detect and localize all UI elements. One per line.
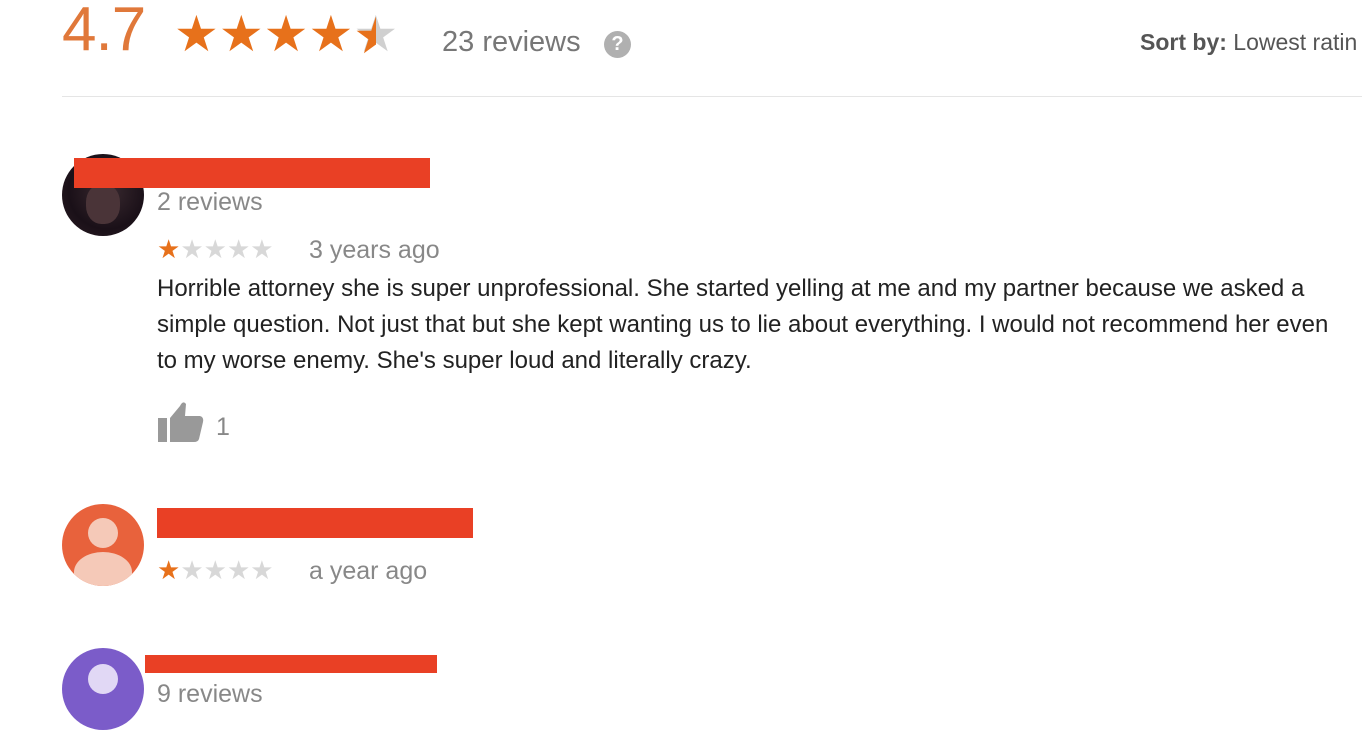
help-icon[interactable]: ?	[604, 31, 631, 58]
reviewer-avatar[interactable]	[62, 504, 144, 586]
star-icon: ★	[250, 555, 274, 585]
person-body	[74, 552, 132, 586]
thumbs-up-icon[interactable]	[158, 400, 204, 442]
person-icon	[88, 664, 118, 694]
review-date: 3 years ago	[309, 236, 440, 264]
star-icon: ★	[157, 234, 181, 264]
review-stars: ★★★★★	[157, 234, 274, 264]
star-icon: ★	[250, 234, 274, 264]
star-icon: ★	[226, 555, 251, 585]
divider	[62, 96, 1362, 97]
review-date: a year ago	[309, 557, 428, 585]
review-item: ★★★★★ a year ago	[62, 500, 1368, 600]
average-rating: 4.7	[62, 0, 146, 64]
star-icon: ★	[203, 555, 227, 585]
star-icon: ★	[157, 555, 181, 585]
like-count: 1	[216, 413, 230, 441]
review-item: 2 reviews ★★★★★ 3 years ago Horrible att…	[62, 150, 1368, 450]
star-icon: ★	[263, 6, 309, 62]
redacted-reviewer-name	[157, 508, 473, 538]
review-count[interactable]: 23 reviews	[442, 26, 581, 59]
star-icon: ★	[226, 234, 251, 264]
star-icon: ★	[203, 234, 227, 264]
reviewer-review-count[interactable]: 9 reviews	[157, 680, 263, 709]
sort-value: Lowest ratin	[1233, 29, 1358, 55]
star-icon: ★	[308, 6, 354, 62]
review-text: Horrible attorney she is super unprofess…	[157, 275, 1329, 374]
reviewer-avatar[interactable]	[62, 648, 144, 730]
reviewer-review-count[interactable]: 2 reviews	[157, 188, 263, 217]
sort-label: Sort by:	[1140, 29, 1227, 55]
review-item: 9 reviews	[62, 645, 1368, 730]
sort-dropdown[interactable]: Sort by: Lowest ratin	[1140, 29, 1357, 56]
star-icon: ★	[174, 6, 219, 62]
star-icon: ★	[180, 234, 204, 264]
star-icon: ★	[218, 6, 264, 62]
half-star-icon: ★	[353, 6, 398, 62]
person-icon	[88, 518, 118, 548]
average-stars: ★★★★★	[174, 4, 398, 64]
redacted-reviewer-name	[145, 655, 437, 673]
review-stars: ★★★★★	[157, 555, 274, 585]
redacted-reviewer-name	[74, 158, 430, 188]
star-icon: ★	[180, 555, 204, 585]
rating-summary: 4.7 ★★★★★ 23 reviews ? Sort by: Lowest r…	[62, 0, 1368, 80]
